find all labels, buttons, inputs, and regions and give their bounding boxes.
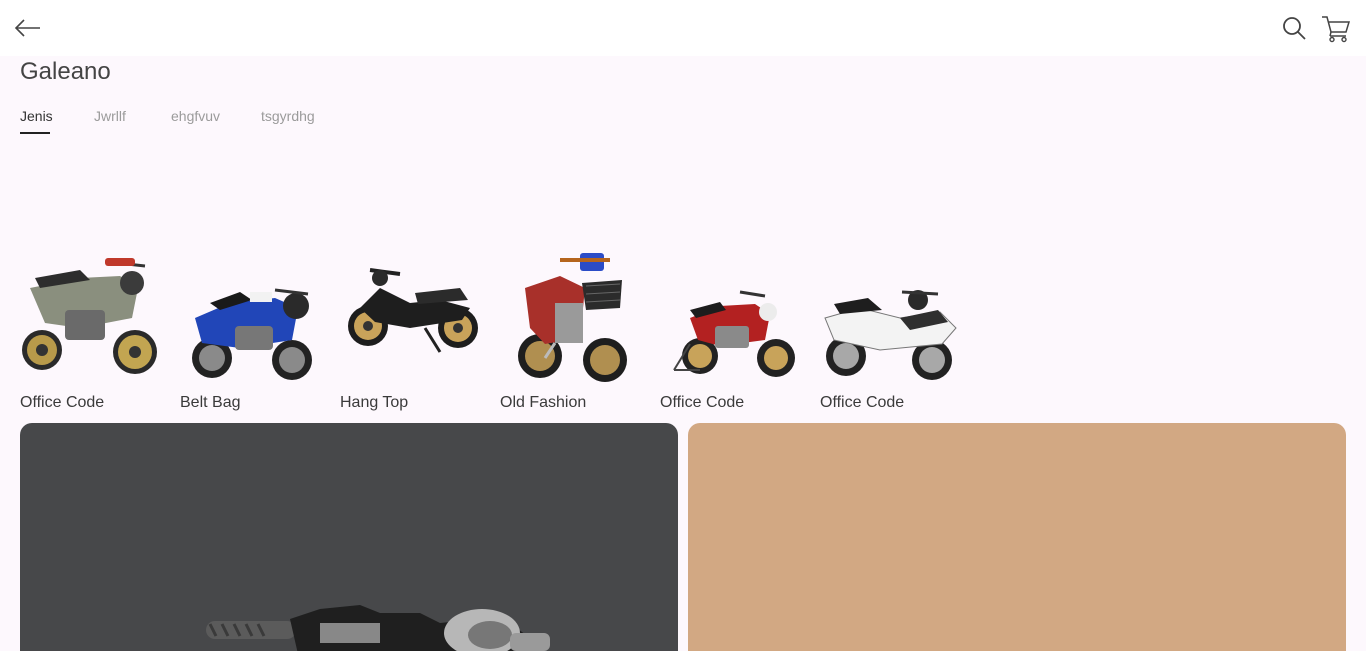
tab-tsgyrdhg[interactable]: tsgyrdhg bbox=[261, 108, 315, 132]
motorcycle-red-basket-image bbox=[518, 253, 627, 382]
store-title: Galeano bbox=[20, 58, 111, 85]
category-label: Office Code bbox=[20, 394, 105, 411]
motorcycle-red-classic-image bbox=[673, 290, 795, 377]
motorcycle-handlebar-closeup-image bbox=[20, 423, 678, 651]
active-tab-indicator bbox=[20, 132, 50, 134]
motorcycle-white-scooter-image bbox=[824, 290, 957, 380]
category-item[interactable]: Office Code bbox=[660, 248, 800, 418]
tab-jwrllf[interactable]: Jwrllf bbox=[94, 108, 126, 132]
motorcycle-blue-sport-image bbox=[192, 288, 312, 380]
motorcycle-olive-sport-image bbox=[22, 258, 157, 374]
category-label: Belt Bag bbox=[180, 394, 241, 411]
category-item[interactable]: Office Code bbox=[820, 248, 960, 418]
cart-button[interactable] bbox=[1320, 12, 1352, 44]
category-item[interactable]: Old Fashion bbox=[500, 248, 640, 418]
category-item[interactable]: Office Code bbox=[20, 248, 160, 418]
cart-icon bbox=[1322, 16, 1351, 43]
category-item[interactable]: Belt Bag bbox=[180, 248, 320, 418]
category-label: Office Code bbox=[820, 394, 905, 411]
category-label: Old Fashion bbox=[500, 394, 587, 411]
category-list: Office Code Belt Bag Hang Top Old Fashio… bbox=[20, 248, 980, 418]
back-button[interactable] bbox=[12, 14, 44, 42]
category-item[interactable]: Hang Top bbox=[340, 248, 480, 418]
search-button[interactable] bbox=[1280, 13, 1308, 43]
promo-banner[interactable] bbox=[688, 423, 1346, 651]
top-app-bar bbox=[0, 0, 1366, 56]
arrow-left-icon bbox=[14, 19, 40, 37]
tab-jenis[interactable]: Jenis bbox=[20, 108, 53, 132]
category-label: Office Code bbox=[660, 394, 745, 411]
tab-ehgfvuv[interactable]: ehgfvuv bbox=[171, 108, 220, 132]
promo-banner[interactable] bbox=[20, 423, 678, 651]
search-icon bbox=[1283, 17, 1306, 40]
motorcycle-black-scooter-image bbox=[348, 268, 478, 353]
category-label: Hang Top bbox=[340, 394, 409, 411]
